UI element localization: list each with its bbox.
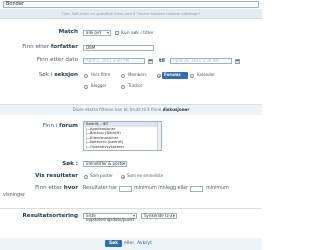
section-tracker-radio[interactable]: [121, 85, 125, 89]
section-tracker-option[interactable]: Trackor: [126, 83, 144, 90]
search-tip: Tips: Søk etter en spesifikk frase ved å…: [61, 10, 201, 16]
view-as-threads-radio[interactable]: [121, 175, 125, 179]
view-as-posts-radio[interactable]: [84, 175, 88, 179]
section-calendar-radio[interactable]: [190, 74, 194, 78]
threshold-text-middle: minimum innlegg eller: [134, 186, 189, 191]
forum-scrollbar[interactable]: [157, 122, 161, 150]
view-results-label: Vis resultater: [35, 173, 78, 179]
threshold-text-before: Resultater har: [83, 186, 118, 191]
search-submit-button[interactable]: Søk: [105, 240, 122, 247]
date-from-input[interactable]: April 1, 2011 2:30 PM: [83, 58, 145, 64]
title-only-label: Kun søk i titler: [121, 30, 154, 36]
min-views-input[interactable]: [190, 186, 203, 192]
threshold-wrap-text: visninger: [3, 193, 26, 198]
section-blogs-radio[interactable]: [84, 85, 88, 89]
forum-option[interactable]: |--Operativsystemer: [84, 144, 161, 150]
filters-note: Disse ekstra filtrene kan bli brukt til …: [72, 107, 190, 112]
section-forums-option[interactable]: Forums: [162, 72, 188, 79]
author-input[interactable]: DBM: [83, 45, 154, 51]
section-members-radio[interactable]: [121, 74, 125, 78]
section-label: Søk i seksjon: [38, 72, 78, 78]
sort-order-select[interactable]: Synkende (z-a): [141, 213, 177, 219]
sorting-label: Resultatsortering: [22, 213, 78, 219]
threshold-text-after: minimum: [206, 186, 229, 191]
forum-listbox[interactable]: Bedrift - IKT |--Applikasjoner |--Backup…: [83, 121, 162, 151]
section-calendar-option[interactable]: Kalender: [195, 72, 217, 79]
cancel-link[interactable]: Avbryt: [137, 241, 152, 247]
date-from-calendar-icon[interactable]: [148, 58, 153, 64]
forum-label: Finn i forum: [42, 123, 78, 129]
section-blogs-option[interactable]: Blogger: [89, 83, 109, 90]
match-label: Match: [58, 29, 78, 35]
search-input[interactable]: Bonder: [3, 1, 259, 8]
date-to-calendar-icon[interactable]: [235, 58, 240, 64]
date-til-label: til: [159, 58, 165, 64]
date-to-input[interactable]: April 28, 2011 2:30 PM: [170, 58, 232, 64]
search-scope-label: Søk :: [62, 161, 78, 167]
section-filters-radio[interactable]: [84, 74, 88, 78]
min-posts-input[interactable]: [119, 186, 132, 192]
title-only-checkbox[interactable]: [115, 31, 119, 35]
section-members-option[interactable]: Members: [126, 72, 149, 79]
footer-or-text: eller: [124, 241, 135, 246]
view-as-threads-label: Som en emneliste: [127, 173, 164, 178]
search-scope-select[interactable]: Emnetitler & poster: [83, 161, 127, 167]
match-select[interactable]: alle ord: [83, 30, 111, 36]
threshold-label: Finn etter hvor: [35, 185, 78, 191]
view-as-posts-label: Som poster: [90, 173, 113, 178]
author-label: Finn etter forfatter: [22, 44, 78, 50]
section-forums-radio[interactable]: [157, 74, 161, 78]
date-label: Finn etter dato: [36, 57, 78, 63]
divider: [0, 208, 262, 209]
section-filters-option[interactable]: Hvis filtre: [89, 72, 112, 79]
sort-field-select[interactable]: Siste oppdateringsdato/punkt: [83, 213, 137, 222]
